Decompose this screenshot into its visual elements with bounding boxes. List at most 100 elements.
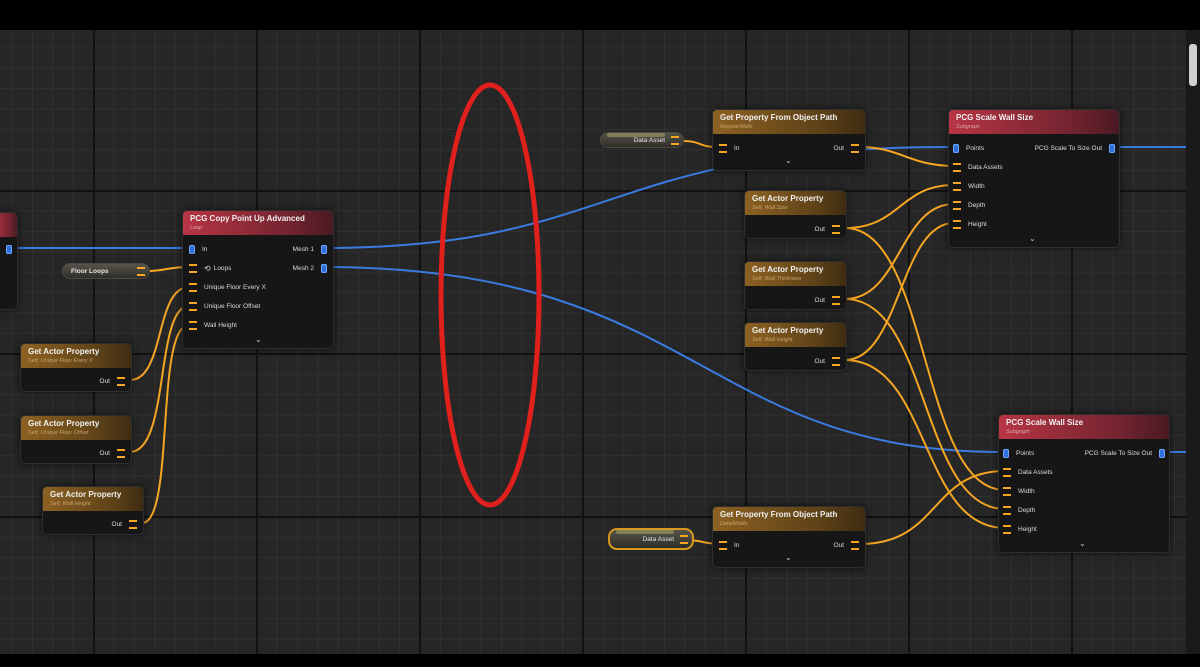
pin-unique-floor-every[interactable]: Unique Floor Every X	[189, 281, 266, 293]
pin-height[interactable]: Height	[1003, 523, 1037, 535]
pcg-scale-wall-size-bottom-node[interactable]: PCG Scale Wall Size Subgraph Points Data…	[998, 414, 1170, 553]
expand-chevron-icon[interactable]: ⌄	[255, 335, 262, 344]
data-pin-icon[interactable]	[117, 448, 125, 458]
pin-out[interactable]: Out	[815, 355, 840, 367]
data-pin-icon[interactable]	[953, 200, 961, 210]
node-subtitle: RegularWalls	[720, 124, 753, 130]
get-property-from-object-path-bottom-node[interactable]: Get Property From Object Path DetailWall…	[712, 506, 866, 568]
variable-label: Data Asset	[633, 136, 665, 144]
pin-label: Data Assets	[1018, 468, 1053, 476]
pin-unique-floor-offset[interactable]: Unique Floor Offset	[189, 300, 260, 312]
pin-width[interactable]: Width	[1003, 485, 1035, 497]
data-pin-icon[interactable]	[953, 219, 961, 229]
pin-scale-out[interactable]: PCG Scale To Size Out	[1035, 142, 1115, 154]
pin-height[interactable]: Height	[953, 218, 987, 230]
points-pin-icon[interactable]	[1159, 448, 1165, 458]
data-pin-icon[interactable]	[832, 224, 840, 234]
data-pin-icon[interactable]	[117, 376, 125, 386]
pin-mesh1[interactable]: Mesh 1	[293, 243, 327, 255]
pin-out[interactable]: Out	[834, 539, 859, 551]
pin-depth[interactable]: Depth	[953, 199, 985, 211]
data-pin-icon[interactable]	[189, 263, 197, 273]
pin-depth[interactable]: Depth	[1003, 504, 1035, 516]
pin-out[interactable]: Out	[834, 142, 859, 154]
pin-label: Mesh 2	[292, 264, 314, 272]
get-actor-property-unique-every-node[interactable]: Get Actor Property Self, Unique Floor Ev…	[20, 343, 132, 392]
pin-out[interactable]: Out	[815, 294, 840, 306]
points-pin-icon[interactable]	[321, 244, 327, 254]
variable-highlight	[616, 530, 674, 534]
pin-points[interactable]: Points	[1003, 447, 1034, 459]
expand-chevron-icon[interactable]: ⌄	[785, 156, 792, 165]
data-pin-icon[interactable]	[851, 540, 859, 550]
points-pin[interactable]	[6, 245, 12, 254]
pin-out[interactable]: Out	[100, 375, 125, 387]
get-actor-property-wall-thickness-node[interactable]: Get Actor Property Self, Wall Thickness …	[744, 261, 847, 310]
data-pin-icon[interactable]	[1003, 467, 1011, 477]
data-pin-icon[interactable]	[189, 320, 197, 330]
pin-out[interactable]: Out	[100, 447, 125, 459]
pin-in[interactable]: In	[719, 539, 739, 551]
expand-chevron-icon[interactable]: ⌄	[785, 553, 792, 562]
expand-chevron-icon[interactable]: ⌄	[1079, 539, 1086, 548]
get-actor-property-wall-size-node[interactable]: Get Actor Property Self, Wall Size Out	[744, 190, 847, 239]
get-actor-property-wall-height-right-node[interactable]: Get Actor Property Self, Wall Height Out	[744, 322, 847, 371]
data-pin-icon[interactable]	[851, 143, 859, 153]
data-asset-variable-top[interactable]: Data Asset	[600, 132, 684, 148]
node-subtitle: Self, Wall Height	[752, 337, 793, 343]
node-title: Get Actor Property	[50, 490, 122, 499]
pin-label: Out	[111, 520, 122, 528]
node-subtitle: Subgraph	[1006, 429, 1030, 435]
pin-loops[interactable]: ⟲ Loops	[189, 262, 231, 274]
expand-chevron-icon[interactable]: ⌄	[1029, 234, 1036, 243]
points-pin-icon[interactable]	[189, 244, 195, 254]
node-header: Get Actor Property Self, Wall Thickness	[745, 262, 846, 286]
data-pin-icon[interactable]	[1003, 524, 1011, 534]
pin-mesh2[interactable]: Mesh 2	[293, 262, 327, 274]
pin-wall-height[interactable]: Wall Height	[189, 319, 237, 331]
floor-loops-variable[interactable]: Floor Loops	[62, 263, 150, 279]
data-pin-icon[interactable]	[832, 295, 840, 305]
data-pin-icon[interactable]	[953, 162, 961, 172]
data-pin-icon[interactable]	[719, 540, 727, 550]
node-header: Get Actor Property Self, Wall Height	[745, 323, 846, 347]
points-pin-icon[interactable]	[1109, 143, 1115, 153]
get-actor-property-wall-height-left-node[interactable]: Get Actor Property Self, Wall Height Out	[42, 486, 144, 535]
pin-in[interactable]: In	[719, 142, 739, 154]
pcg-copy-point-up-advanced-node[interactable]: PCG Copy Point Up Advanced Loop In ⟲ Loop…	[182, 210, 334, 349]
data-pin-icon[interactable]	[719, 143, 727, 153]
pin-label: Loops	[213, 264, 232, 272]
pin-data-assets[interactable]: Data Assets	[953, 161, 1003, 173]
pin-width[interactable]: Width	[953, 180, 985, 192]
data-pin[interactable]	[137, 266, 145, 276]
data-pin-icon[interactable]	[1003, 486, 1011, 496]
pin-out[interactable]: Out	[112, 518, 137, 530]
node-title: Get Actor Property	[752, 326, 824, 335]
data-pin-icon[interactable]	[832, 356, 840, 366]
points-pin-icon[interactable]	[953, 143, 959, 153]
points-pin-icon[interactable]	[321, 263, 327, 273]
data-pin-icon[interactable]	[189, 282, 197, 292]
pin-scale-out[interactable]: PCG Scale To Size Out	[1085, 447, 1165, 459]
pin-label: Unique Floor Offset	[204, 302, 261, 310]
pin-points[interactable]: Points	[953, 142, 984, 154]
data-pin-icon[interactable]	[953, 181, 961, 191]
data-pin[interactable]	[680, 534, 688, 544]
get-actor-property-unique-offset-node[interactable]: Get Actor Property Self, Unique Floor Of…	[20, 415, 132, 464]
get-property-from-object-path-top-node[interactable]: Get Property From Object Path RegularWal…	[712, 109, 866, 171]
offscreen-node[interactable]	[0, 212, 18, 310]
data-pin-icon[interactable]	[129, 519, 137, 529]
points-pin-icon[interactable]	[1003, 448, 1009, 458]
node-subtitle: Self, Wall Size	[752, 205, 788, 211]
pcg-scale-wall-size-top-node[interactable]: PCG Scale Wall Size Subgraph Points Data…	[948, 109, 1120, 248]
pin-label: Depth	[968, 201, 986, 209]
data-pin-icon[interactable]	[1003, 505, 1011, 515]
data-wire-thickness-depth	[844, 203, 955, 300]
pin-data-assets[interactable]: Data Assets	[1003, 466, 1053, 478]
data-pin[interactable]	[671, 135, 679, 145]
data-pin-icon[interactable]	[189, 301, 197, 311]
graph-editor-canvas[interactable]: Floor Loops PCG Copy Point Up Advanced L…	[0, 0, 1200, 667]
pin-out[interactable]: Out	[815, 223, 840, 235]
pin-in[interactable]: In	[189, 243, 207, 255]
data-asset-variable-bottom[interactable]: Data Asset	[608, 528, 694, 550]
